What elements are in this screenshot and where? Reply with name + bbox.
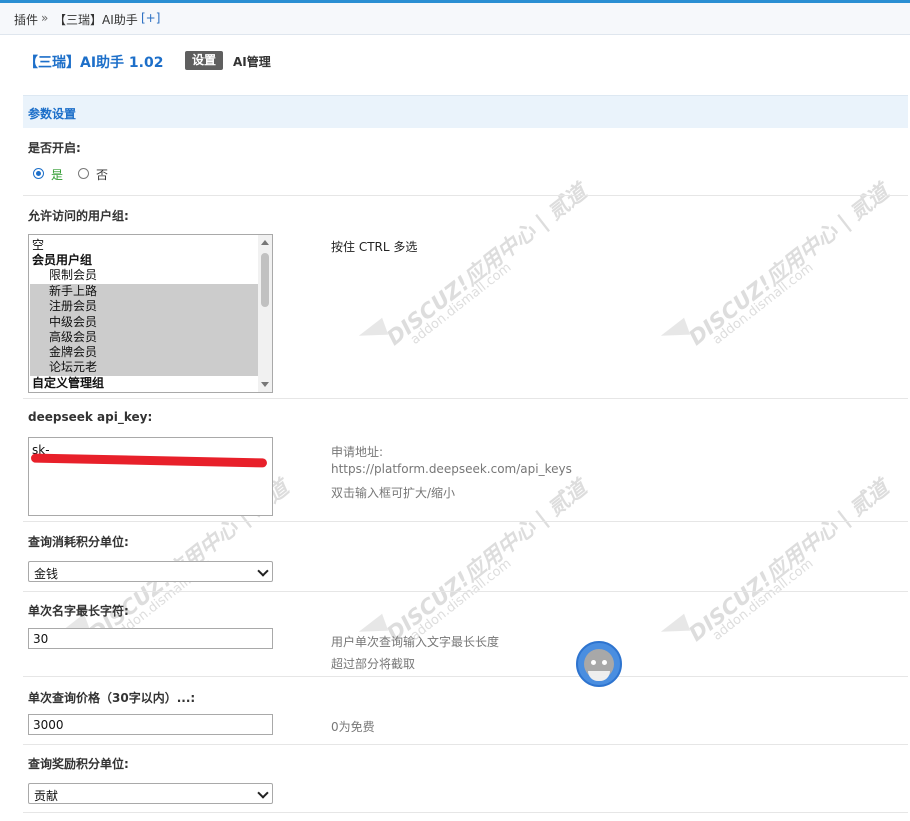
row-divider [23, 398, 908, 399]
cost-unit-value: 金钱 [34, 567, 59, 581]
watermark-arrow-icon [657, 317, 691, 345]
group-option[interactable]: 高级会员 [49, 330, 97, 345]
group-option[interactable]: 论坛元老 [49, 360, 97, 375]
tab-settings[interactable]: 设置 [185, 51, 224, 70]
api-key-hint-line: 申请地址: [331, 445, 384, 459]
watermark-site: addon.dismall.com [710, 260, 817, 348]
mascot-eye [602, 660, 607, 665]
group-option[interactable]: 金牌会员 [49, 345, 97, 360]
group-option[interactable]: 注册会员 [49, 299, 97, 314]
api-key-hint-line: 双击输入框可扩大/缩小 [331, 486, 456, 500]
scroll-down-icon[interactable] [261, 382, 269, 387]
price-hint: 0为免费 [331, 720, 375, 734]
watermark-site: addon.dismall.com [710, 556, 817, 644]
scroll-thumb[interactable] [261, 253, 269, 307]
watermark-arrow-icon [657, 613, 691, 641]
row-divider [23, 591, 908, 592]
api-key-label: deepseek api_key: [28, 410, 153, 424]
add-shortcut-link[interactable]: [+] [141, 11, 160, 25]
breadcrumb-current: 【三瑞】AI助手 [54, 13, 138, 27]
group-option[interactable]: 中级会员 [49, 315, 97, 330]
user-groups-label: 允许访问的用户组: [28, 209, 129, 223]
row-divider [23, 744, 908, 745]
reward-unit-value: 贡献 [34, 789, 59, 803]
group-header-option: 自定义管理组 [32, 376, 105, 390]
reward-unit-select[interactable]: 贡献 [28, 783, 273, 804]
group-option[interactable]: 空 [32, 238, 44, 253]
cost-unit-select[interactable]: 金钱 [28, 561, 273, 582]
redaction-mark [30, 453, 268, 468]
group-option[interactable]: 限制会员 [49, 268, 97, 283]
max-chars-hint-line: 用户单次查询输入文字最长长度 [331, 635, 500, 649]
reward-unit-label: 查询奖励积分单位: [28, 757, 129, 771]
api-key-textarea[interactable]: sk- [28, 437, 273, 516]
section-title: 参数设置 [28, 107, 77, 121]
user-groups-hint: 按住 CTRL 多选 [331, 240, 418, 254]
group-header-option: 会员用户组 [32, 253, 93, 267]
enable-no-radio[interactable] [78, 168, 89, 179]
max-chars-hint-line: 超过部分将截取 [331, 657, 416, 671]
watermark-site: addon.dismall.com [408, 260, 515, 348]
mascot-scarf [588, 671, 610, 681]
breadcrumb-separator: » [41, 11, 49, 25]
watermark-text: DISCUZ!应用中心 | 贰道 [684, 475, 894, 647]
row-divider [23, 812, 908, 813]
api-key-hint-url: https://platform.deepseek.com/api_keys [331, 462, 572, 476]
max-chars-label: 单次名字最长字符: [28, 604, 129, 618]
max-chars-value: 30 [33, 632, 49, 646]
enable-yes-radio[interactable] [33, 168, 44, 179]
tab-ai-management[interactable]: AI管理 [233, 53, 271, 70]
penguin-mascot-icon[interactable] [576, 641, 622, 687]
mascot-eye [591, 660, 596, 665]
group-option[interactable]: 新手上路 [49, 284, 97, 299]
max-chars-input[interactable]: 30 [28, 628, 273, 649]
breadcrumb: 插件 » 【三瑞】AI助手 [+] [0, 3, 910, 35]
chevron-down-icon [257, 787, 269, 799]
price-input[interactable]: 3000 [28, 714, 273, 735]
section-header: 参数设置 [23, 95, 908, 128]
row-divider [23, 195, 908, 196]
cost-unit-label: 查询消耗积分单位: [28, 535, 129, 549]
page-title: 【三瑞】AI助手 1.02 [24, 55, 164, 71]
price-label: 单次查询价格（30字以内）...: [28, 691, 196, 705]
watermark-text: DISCUZ!应用中心 | 贰道 [684, 179, 894, 351]
listbox-scrollbar[interactable] [258, 235, 272, 392]
watermark-arrow-icon [355, 317, 389, 345]
enable-yes-label[interactable]: 是 [51, 166, 63, 183]
watermark-site: addon.dismall.com [408, 556, 515, 644]
price-value: 3000 [33, 718, 64, 732]
chevron-down-icon [257, 565, 269, 577]
enable-no-label[interactable]: 否 [96, 166, 108, 183]
enable-label: 是否开启: [28, 141, 81, 155]
user-groups-multiselect[interactable]: 空 会员用户组 限制会员 新手上路 注册会员 中级会员 高级会员 金牌会员 论坛… [28, 234, 273, 393]
breadcrumb-plugins-link[interactable]: 插件 [14, 11, 38, 28]
scroll-up-icon[interactable] [261, 240, 269, 245]
watermark-text: DISCUZ!应用中心 | 贰道 [382, 179, 592, 351]
row-divider [23, 676, 908, 677]
row-divider [23, 521, 908, 522]
